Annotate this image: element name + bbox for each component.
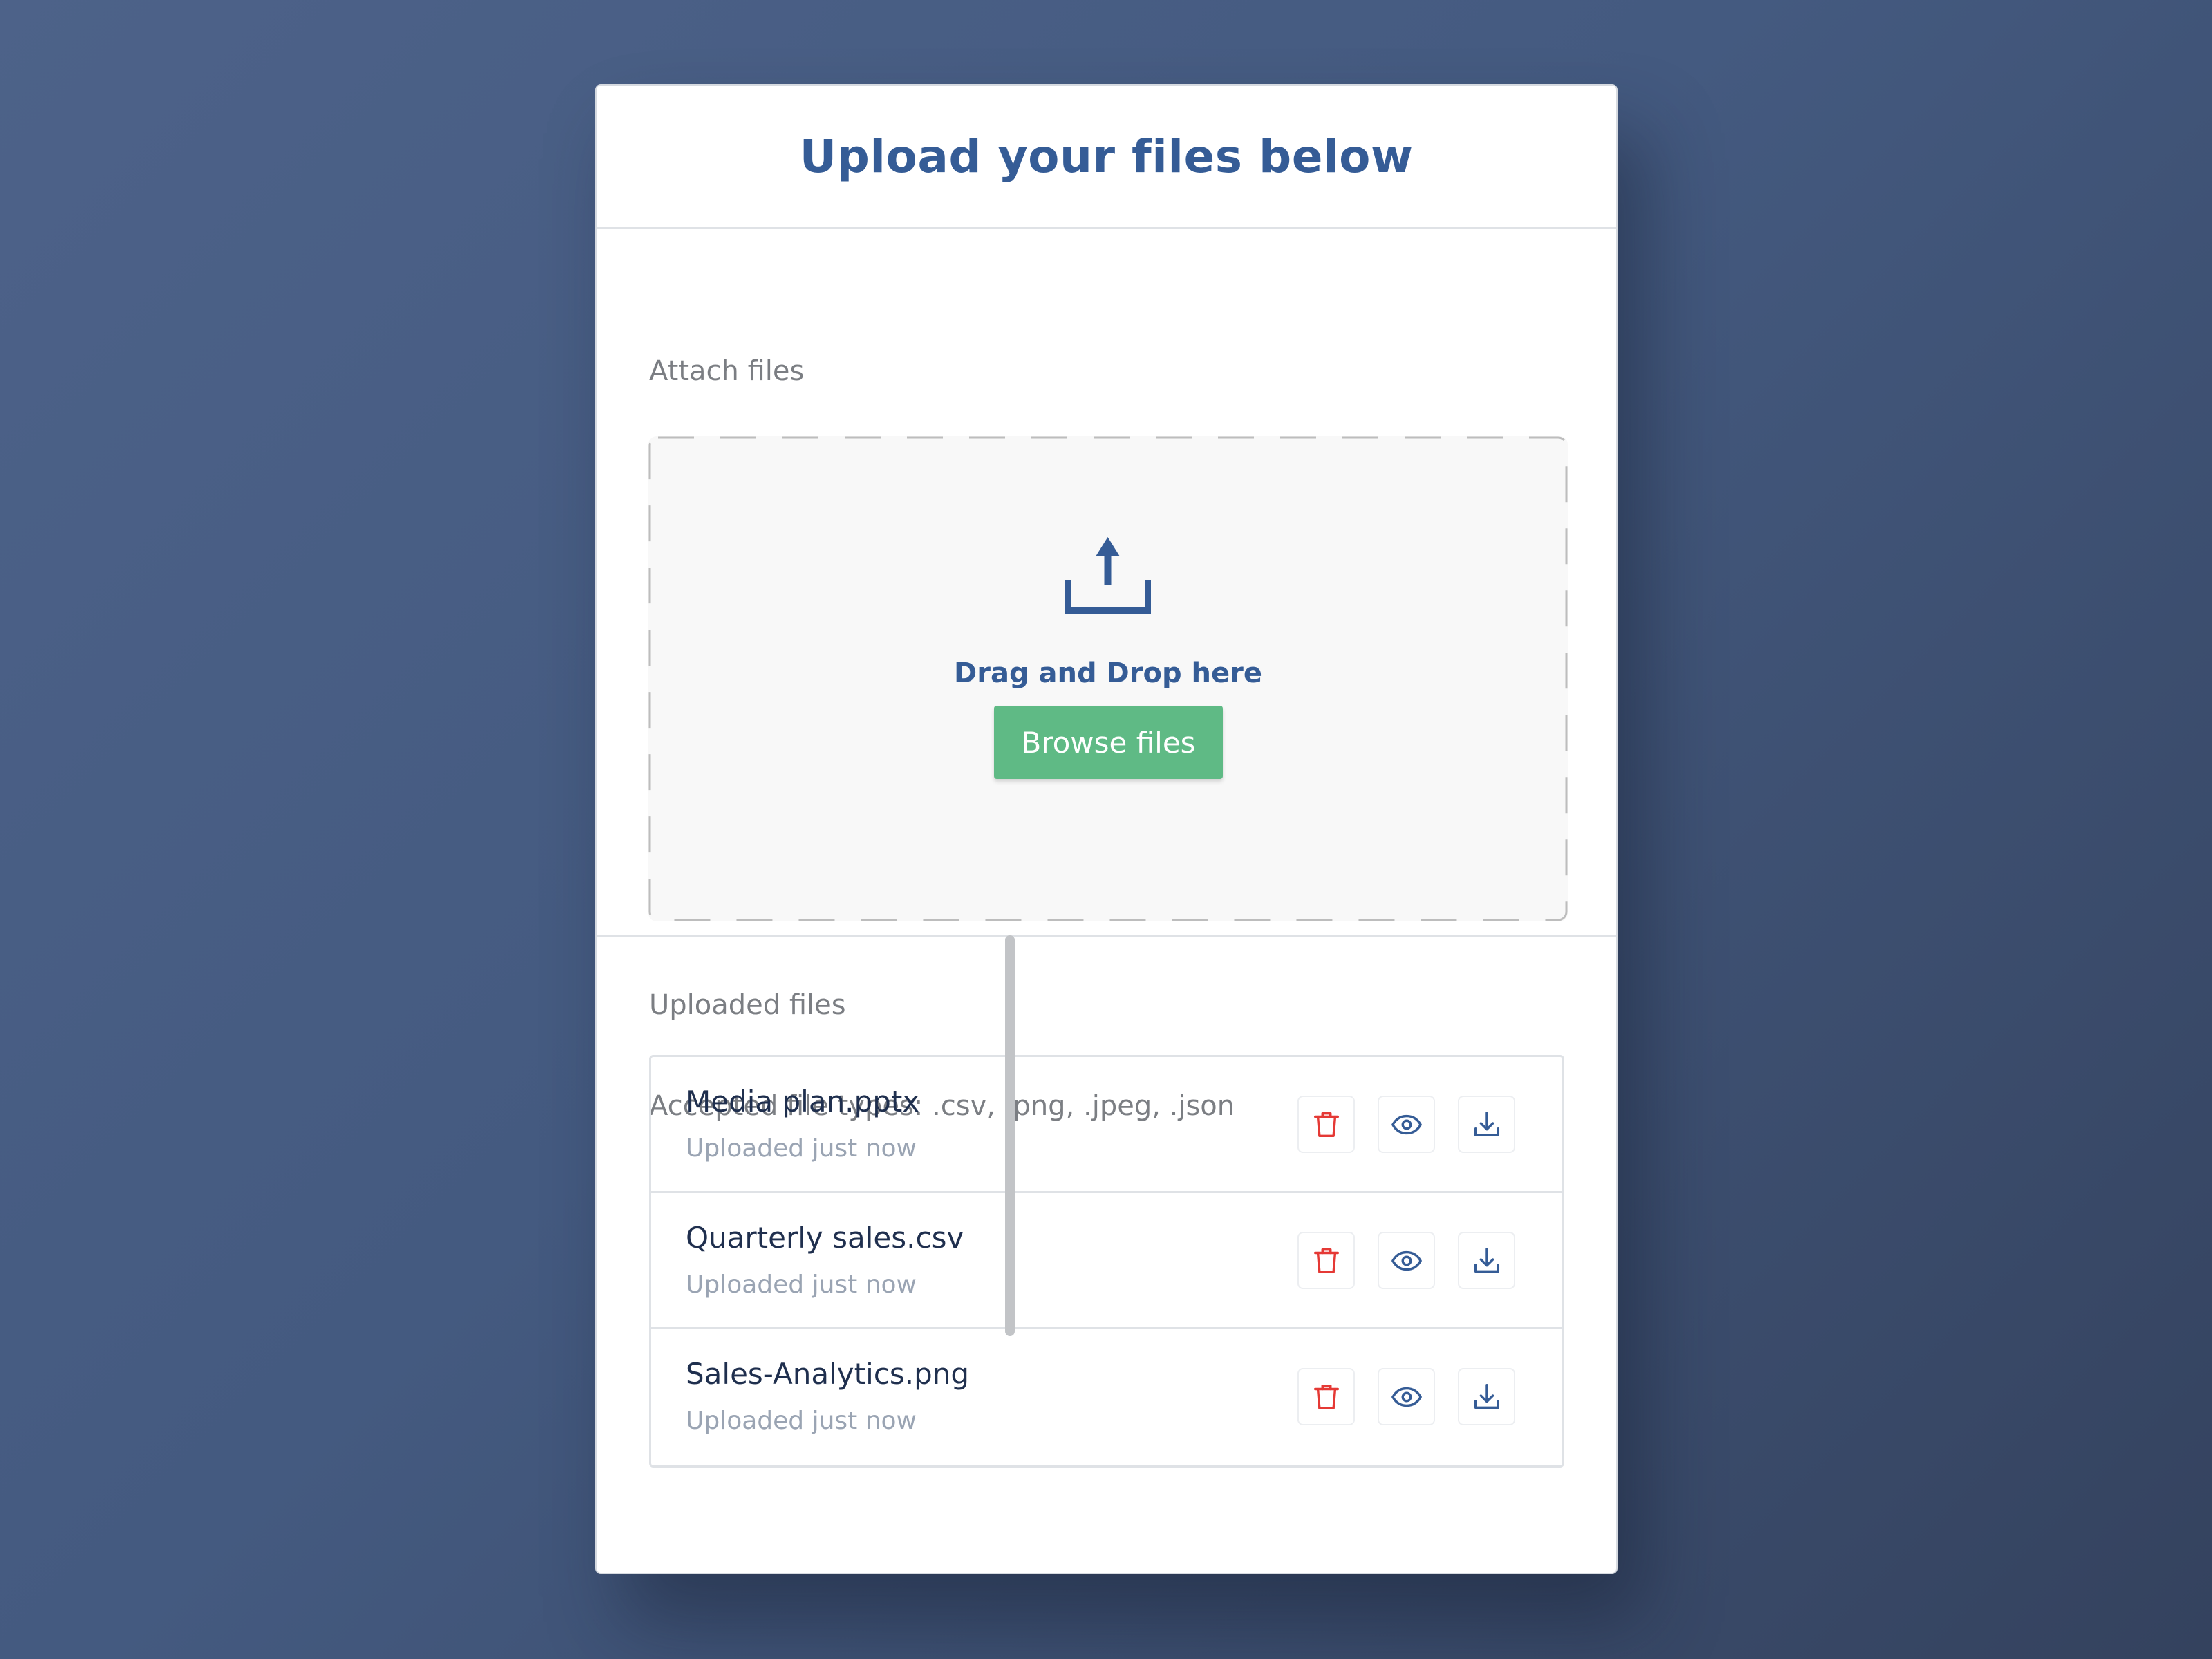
trash-icon: [1313, 1112, 1339, 1137]
download-button[interactable]: [1458, 1096, 1515, 1153]
upload-icon: [1065, 537, 1151, 614]
delete-button[interactable]: [1297, 1096, 1355, 1153]
drag-drop-text: Drag and Drop here: [954, 657, 1262, 689]
file-name: Media plan.pptx: [686, 1085, 920, 1118]
attach-section: Attach files Drag and Drop here or Brows…: [597, 229, 1616, 1122]
download-icon: [1474, 1111, 1499, 1136]
view-button[interactable]: [1378, 1232, 1435, 1289]
delete-button[interactable]: [1297, 1232, 1355, 1289]
attach-files-label: Attach files: [649, 355, 805, 387]
file-row: Media plan.pptx Uploaded just now: [651, 1057, 1562, 1193]
scrollbar-thumb[interactable]: [1005, 935, 1015, 1336]
file-row: Quarterly sales.csv Uploaded just now: [651, 1193, 1562, 1329]
file-name: Quarterly sales.csv: [686, 1221, 964, 1255]
view-button[interactable]: [1378, 1368, 1435, 1425]
file-row: Sales-Analytics.png Uploaded just now: [651, 1329, 1562, 1465]
dropzone[interactable]: Drag and Drop here or: [648, 436, 1568, 921]
file-status: Uploaded just now: [686, 1271, 917, 1299]
eye-icon: [1391, 1387, 1422, 1407]
trash-icon: [1313, 1384, 1339, 1409]
trash-icon: [1313, 1248, 1339, 1273]
browse-files-button[interactable]: Browse files: [994, 706, 1223, 779]
upload-card: Upload your files below Attach files Dra…: [595, 84, 1618, 1574]
file-status: Uploaded just now: [686, 1407, 917, 1435]
view-button[interactable]: [1378, 1096, 1435, 1153]
delete-button[interactable]: [1297, 1368, 1355, 1425]
uploaded-files-label: Uploaded files: [649, 989, 846, 1021]
download-button[interactable]: [1458, 1232, 1515, 1289]
eye-icon: [1391, 1114, 1422, 1134]
download-button[interactable]: [1458, 1368, 1515, 1425]
file-status: Uploaded just now: [686, 1134, 917, 1163]
uploaded-section: Uploaded files Media plan.pptx Uploaded …: [597, 937, 1616, 1571]
download-icon: [1474, 1247, 1499, 1273]
page-title: Upload your files below: [799, 130, 1414, 183]
eye-icon: [1391, 1250, 1422, 1271]
card-header: Upload your files below: [597, 86, 1616, 229]
file-list: Media plan.pptx Uploaded just now Quarte…: [649, 1055, 1564, 1468]
download-icon: [1474, 1383, 1499, 1409]
file-name: Sales-Analytics.png: [686, 1357, 970, 1391]
